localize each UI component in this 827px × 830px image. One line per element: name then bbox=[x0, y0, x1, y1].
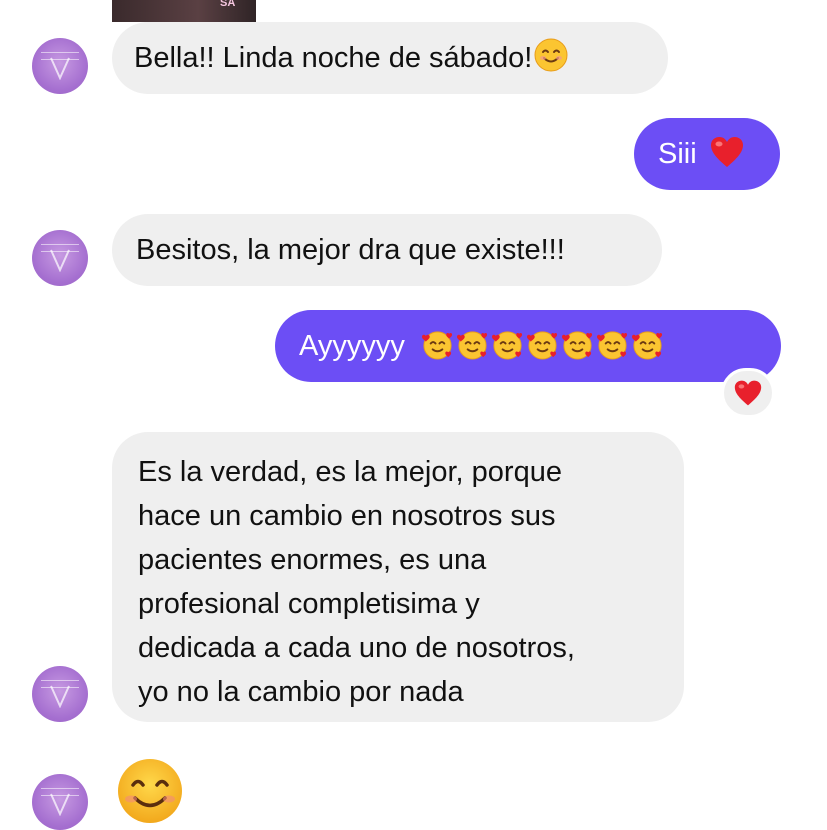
contact-avatar[interactable] bbox=[32, 38, 88, 94]
message-bubble-incoming[interactable]: Bella!! Linda noche de sábado! bbox=[112, 22, 668, 94]
message-text: Bella!! Linda noche de sábado! bbox=[134, 42, 533, 74]
message-text: Siii bbox=[658, 138, 697, 170]
smiling-face-with-hearts-icon bbox=[526, 331, 557, 360]
message-text: Besitos, la mejor dra que existe!!! bbox=[136, 234, 565, 266]
story-reply-thumbnail[interactable]: SA bbox=[112, 0, 256, 22]
message-reaction[interactable] bbox=[721, 368, 775, 418]
smiling-face-with-hearts-icon bbox=[421, 331, 452, 360]
smiling-face-icon bbox=[534, 38, 568, 72]
red-heart-icon bbox=[710, 137, 743, 167]
message-bubble-outgoing[interactable]: Siii bbox=[634, 118, 780, 190]
emoji-row bbox=[413, 330, 664, 362]
message-bubble-incoming[interactable]: Besitos, la mejor dra que existe!!! bbox=[112, 214, 662, 286]
message-line: pacientes enormes, es una bbox=[138, 544, 487, 576]
message-line: Es la verdad, es la mejor, porque bbox=[138, 456, 562, 488]
story-thumb-text: SA bbox=[220, 0, 236, 9]
smiling-face-with-hearts-icon bbox=[561, 331, 592, 360]
smiling-face-with-hearts-icon bbox=[631, 331, 662, 360]
message-line: hace un cambio en nosotros sus bbox=[138, 500, 556, 532]
contact-avatar[interactable] bbox=[32, 666, 88, 722]
red-heart-icon bbox=[734, 380, 762, 406]
smiling-face-with-hearts-icon bbox=[456, 331, 487, 360]
message-text: Ayyyyyy bbox=[299, 330, 405, 362]
message-line: yo no la cambio por nada bbox=[138, 676, 464, 708]
message-line: profesional completisima y bbox=[138, 588, 480, 620]
message-bubble-outgoing[interactable]: Ayyyyyy bbox=[275, 310, 781, 382]
message-bubble-incoming[interactable]: Es la verdad, es la mejor, porque hace u… bbox=[112, 432, 684, 722]
contact-avatar[interactable] bbox=[32, 774, 88, 830]
smiling-face-with-hearts-icon bbox=[596, 331, 627, 360]
smiling-face-icon[interactable] bbox=[116, 757, 184, 825]
contact-avatar[interactable] bbox=[32, 230, 88, 286]
message-line: dedicada a cada uno de nosotros, bbox=[138, 632, 575, 664]
smiling-face-with-hearts-icon bbox=[491, 331, 522, 360]
